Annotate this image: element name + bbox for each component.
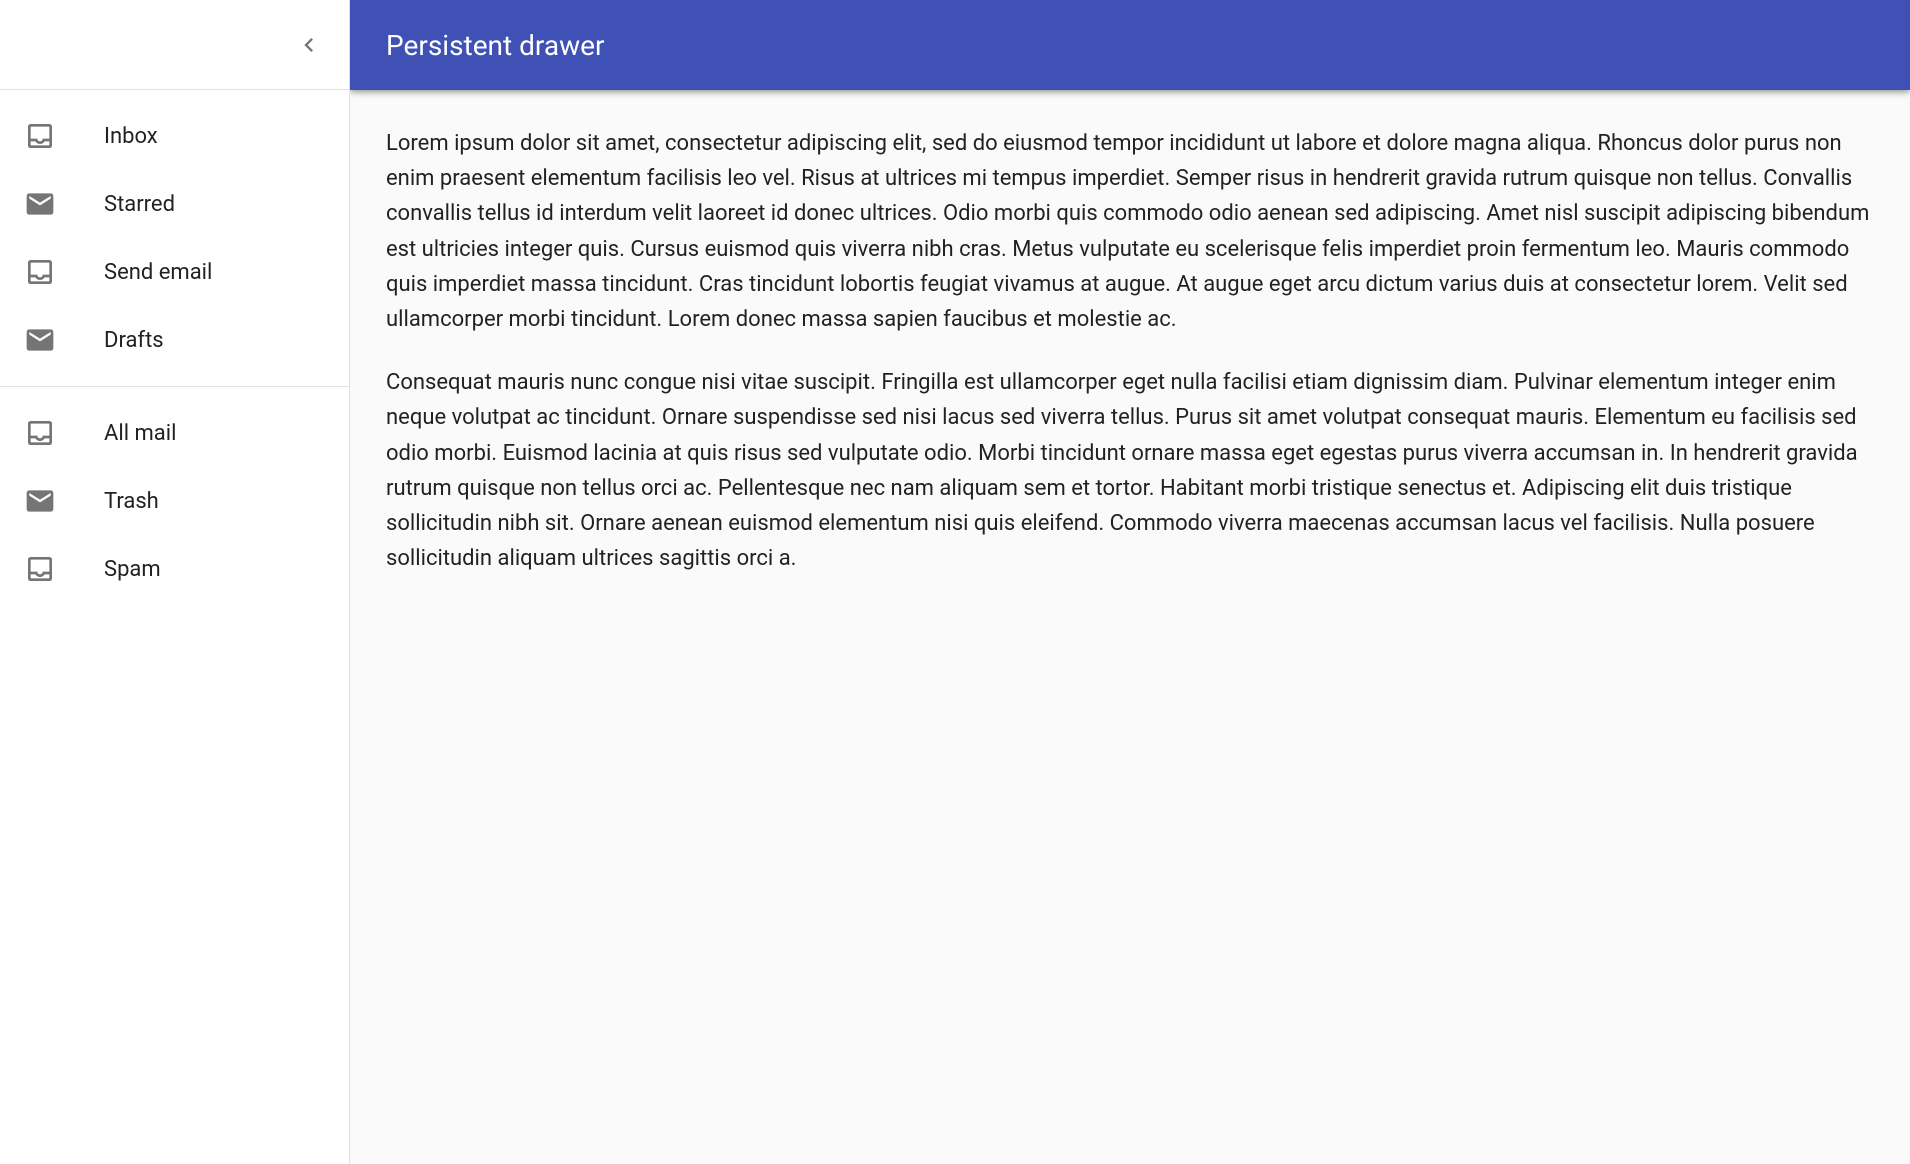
sidebar-item-trash[interactable]: Trash: [0, 467, 349, 535]
sidebar-item-label: All mail: [104, 421, 176, 446]
sidebar-item-drafts[interactable]: Drafts: [0, 306, 349, 374]
sidebar-item-spam[interactable]: Spam: [0, 535, 349, 603]
primary-nav-list: Inbox Starred Send email Drafts: [0, 90, 349, 386]
chevron-left-icon: [295, 31, 323, 59]
mail-icon: [24, 324, 56, 356]
mail-icon: [24, 188, 56, 220]
sidebar-item-inbox[interactable]: Inbox: [0, 102, 349, 170]
sidebar-item-all-mail[interactable]: All mail: [0, 399, 349, 467]
secondary-nav-list: All mail Trash Spam: [0, 387, 349, 615]
page-title: Persistent drawer: [386, 29, 604, 62]
sidebar-item-starred[interactable]: Starred: [0, 170, 349, 238]
sidebar-item-label: Starred: [104, 192, 175, 217]
close-drawer-button[interactable]: [285, 21, 333, 69]
inbox-icon: [24, 120, 56, 152]
inbox-icon: [24, 553, 56, 585]
sidebar-item-label: Inbox: [104, 124, 158, 149]
sidebar-drawer: Inbox Starred Send email Drafts A: [0, 0, 350, 1164]
inbox-icon: [24, 256, 56, 288]
sidebar-item-send-email[interactable]: Send email: [0, 238, 349, 306]
body-paragraph: Consequat mauris nunc congue nisi vitae …: [386, 365, 1874, 576]
content-area: Persistent drawer Lorem ipsum dolor sit …: [350, 0, 1910, 1164]
sidebar-item-label: Spam: [104, 557, 161, 582]
appbar: Persistent drawer: [350, 0, 1910, 90]
body-paragraph: Lorem ipsum dolor sit amet, consectetur …: [386, 126, 1874, 337]
drawer-header: [0, 0, 349, 90]
sidebar-item-label: Drafts: [104, 328, 164, 353]
main-content: Lorem ipsum dolor sit amet, consectetur …: [350, 90, 1910, 1164]
sidebar-item-label: Send email: [104, 260, 212, 285]
inbox-icon: [24, 417, 56, 449]
sidebar-item-label: Trash: [104, 489, 159, 514]
mail-icon: [24, 485, 56, 517]
